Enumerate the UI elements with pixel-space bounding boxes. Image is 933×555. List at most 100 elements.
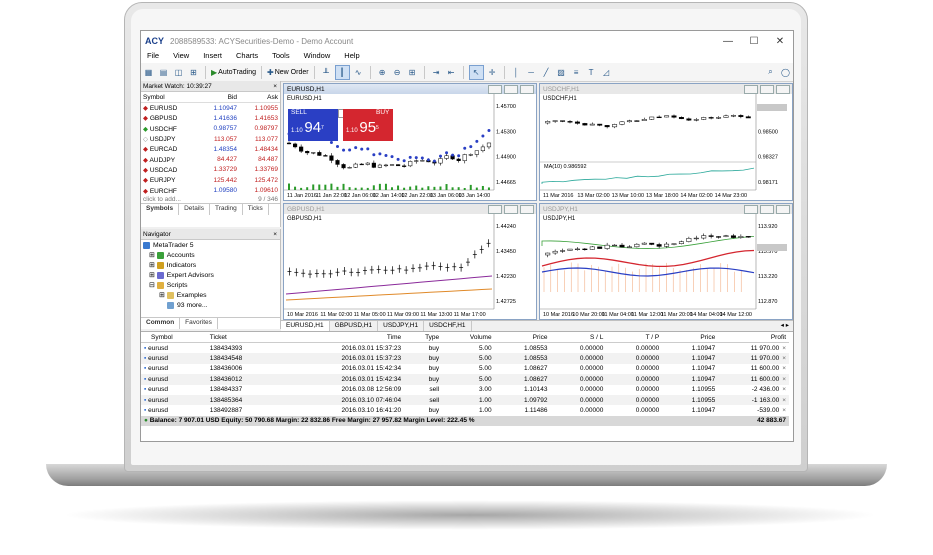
zoom-in-icon[interactable]: ⊕	[376, 66, 389, 79]
menu-insert[interactable]: Insert	[203, 51, 222, 63]
close-position-icon[interactable]: ×	[782, 407, 786, 414]
nav-item-accounts[interactable]: ⊞ Accounts	[141, 250, 280, 260]
column-header[interactable]: Type	[404, 332, 443, 343]
nav-item-more[interactable]: 93 more...	[141, 300, 280, 310]
menu-charts[interactable]: Charts	[236, 51, 258, 63]
column-header[interactable]: Bid	[198, 92, 239, 103]
bar-chart-icon[interactable]: ╨	[320, 66, 333, 79]
maximize-button[interactable]: ☐	[741, 36, 767, 47]
new-order-button[interactable]: ✚ New Order	[267, 66, 309, 79]
chart-window-usdchf[interactable]: USDCHF,H1 0.989500.985000.983270.9817111…	[539, 83, 793, 201]
chart-plot[interactable]: 1.45700 1.45300 1.44900 1.44665 11 Jan 2016 1…	[284, 94, 536, 200]
fibonacci-icon[interactable]: ≡	[570, 66, 583, 79]
close-position-icon[interactable]: ×	[782, 386, 786, 393]
table-row[interactable]: ◆ GBPUSD 1.41636 1.41653	[141, 113, 280, 123]
buy-button[interactable]: BUY 1.10 955	[343, 109, 393, 141]
table-row[interactable]: ▪ eurusd 138434393 2016.03.01 15:37:23 buy 5…	[141, 343, 789, 354]
maximize-icon[interactable]	[504, 84, 518, 94]
menu-file[interactable]: File	[147, 51, 159, 63]
candlestick-icon[interactable]: ┃	[334, 64, 350, 80]
table-row[interactable]: ▪ eurusd 138484337 2016.03.08 12:56:09 sell…	[141, 385, 789, 395]
nav-item-expert-advisors[interactable]: ⊞ Expert Advisors	[141, 270, 280, 280]
new-chart-icon[interactable]: ▦	[142, 66, 155, 79]
column-header[interactable]: Time	[279, 332, 405, 343]
table-row[interactable]: ◆ EURUSD 1.10947 1.10955	[141, 103, 280, 114]
column-header[interactable]: S / L	[550, 332, 607, 343]
vertical-line-icon[interactable]: │	[510, 66, 523, 79]
chart-plot[interactable]: 113.920 113.570 113.220 112.870 10 Mar 2016 1…	[540, 214, 792, 319]
column-header[interactable]: Volume	[442, 332, 495, 343]
close-icon[interactable]: ×	[273, 83, 277, 90]
close-icon[interactable]	[776, 84, 790, 94]
table-row[interactable]: ◆ AUDJPY 84.427 84.487	[141, 154, 280, 164]
column-header[interactable]: Symbol	[141, 332, 207, 343]
close-position-icon[interactable]: ×	[782, 345, 786, 352]
sell-button[interactable]: SELL 1.10 947	[288, 109, 338, 141]
chart-plot[interactable]: 1.44240 1.43450 1.42230 1.42725 10 Mar 2016 1…	[284, 214, 536, 319]
market-watch-icon[interactable]: ◫	[172, 66, 185, 79]
close-button[interactable]: ✕	[767, 36, 793, 47]
chart-window-gbpusd[interactable]: GBPUSD,H1 1.44240 1.43450 1.42230 1.42725 10…	[283, 203, 537, 320]
close-icon[interactable]	[520, 84, 534, 94]
table-row[interactable]: ▪ eurusd 138492887 2016.03.10 16:41:20 buy 1…	[141, 405, 789, 415]
line-chart-icon[interactable]: ∿	[352, 66, 365, 79]
search-icon[interactable]: ⌕	[764, 66, 777, 79]
autotrading-button[interactable]: ▶ AutoTrading	[211, 66, 256, 79]
nav-item-metatrader[interactable]: MetaTrader 5	[141, 240, 280, 250]
column-header[interactable]: Price	[494, 332, 551, 343]
horizontal-line-icon[interactable]: ─	[525, 66, 538, 79]
minimize-icon[interactable]	[744, 204, 758, 214]
close-position-icon[interactable]: ×	[782, 355, 786, 362]
maximize-icon[interactable]	[760, 84, 774, 94]
zoom-out-icon[interactable]: ⊖	[391, 66, 404, 79]
column-header[interactable]: Ask	[239, 92, 280, 103]
table-row[interactable]: ◆ EURJPY 125.442 125.472	[141, 175, 280, 185]
close-position-icon[interactable]: ×	[782, 397, 786, 404]
minimize-icon[interactable]	[744, 84, 758, 94]
table-row[interactable]: ◆ USDCHF 0.98757 0.98797	[141, 124, 280, 134]
channel-icon[interactable]: ▨	[555, 66, 568, 79]
table-row[interactable]: ◇ USDJPY 113.057 113.077	[141, 134, 280, 144]
chart-window-eurusd[interactable]: EURUSD,H1 1.45700 1.45300 1.44900 1.44665 11…	[283, 83, 537, 201]
table-row[interactable]: ▪ eurusd 138436012 2016.03.01 15:42:34 buy 5…	[141, 374, 789, 385]
tab-ticks[interactable]: Ticks	[243, 203, 269, 215]
column-header[interactable]: Price	[662, 332, 719, 343]
close-icon[interactable]	[520, 204, 534, 214]
tab-common[interactable]: Common	[141, 318, 181, 329]
tile-windows-icon[interactable]: ⊞	[406, 66, 419, 79]
trendline-icon[interactable]: ╱	[540, 66, 553, 79]
tab-details[interactable]: Details	[179, 203, 210, 215]
menu-window[interactable]: Window	[304, 51, 331, 63]
table-row[interactable]: ▪ eurusd 138434548 2016.03.01 15:37:23 buy 5…	[141, 353, 789, 364]
column-header[interactable]: Symbol	[141, 92, 199, 103]
table-row[interactable]: ◆ EURCHF 1.09580 1.09610	[141, 185, 280, 195]
profiles-icon[interactable]: ▤	[157, 66, 170, 79]
menu-view[interactable]: View	[173, 51, 189, 63]
column-header[interactable]: Profit	[718, 332, 789, 343]
autoscroll-icon[interactable]: ⇥	[430, 66, 443, 79]
maximize-icon[interactable]	[504, 204, 518, 214]
chat-icon[interactable]: ◯	[779, 66, 792, 79]
table-row[interactable]: ▪ eurusd 138436006 2016.03.01 15:42:34 buy 5…	[141, 364, 789, 374]
minimize-icon[interactable]	[488, 84, 502, 94]
text-icon[interactable]: T	[585, 66, 598, 79]
table-row[interactable]: ◆ USDCAD 1.33729 1.33769	[141, 165, 280, 175]
minimize-icon[interactable]	[488, 204, 502, 214]
menu-tools[interactable]: Tools	[272, 51, 290, 63]
close-position-icon[interactable]: ×	[782, 376, 786, 383]
tab-favorites[interactable]: Favorites	[180, 318, 218, 329]
tab-symbols[interactable]: Symbols	[141, 203, 180, 215]
navigator-icon[interactable]: ⊞	[187, 66, 200, 79]
shapes-icon[interactable]: ◿	[600, 66, 613, 79]
column-header[interactable]: T / P	[606, 332, 663, 343]
menu-help[interactable]: Help	[344, 51, 359, 63]
close-position-icon[interactable]: ×	[782, 365, 786, 372]
nav-item-examples[interactable]: ⊞ Examples	[141, 290, 280, 300]
crosshair-icon[interactable]: ✛	[486, 66, 499, 79]
chart-plot[interactable]: 0.989500.985000.983270.9817111 Mar 20161…	[540, 94, 792, 200]
table-row[interactable]: ◆ EURCAD 1.48354 1.48434	[141, 144, 280, 154]
add-symbol-link[interactable]: click to add...	[143, 196, 181, 203]
close-icon[interactable]	[776, 204, 790, 214]
tab-trading[interactable]: Trading	[210, 203, 243, 215]
nav-item-scripts[interactable]: ⊟ Scripts	[141, 280, 280, 290]
